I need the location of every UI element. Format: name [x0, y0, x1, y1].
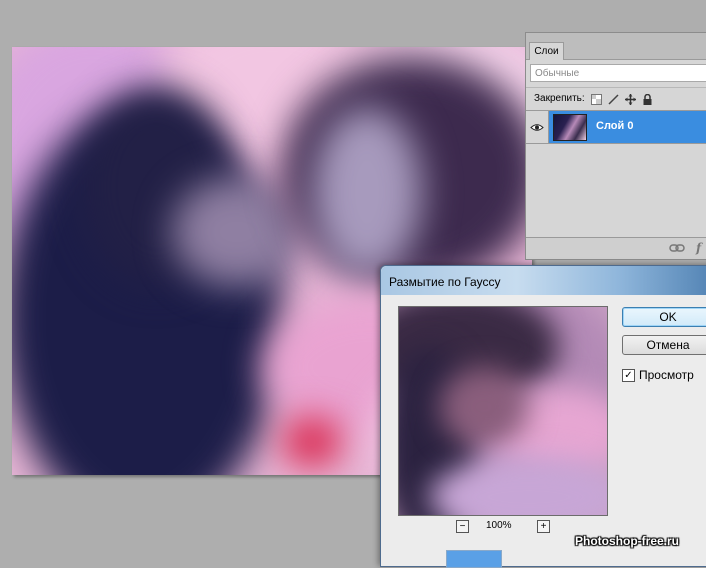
- lock-brush-icon[interactable]: [608, 93, 619, 105]
- panel-divider: [526, 87, 706, 88]
- visibility-eye-icon[interactable]: [526, 111, 549, 143]
- layer-row[interactable]: Слой 0: [526, 110, 706, 144]
- zoom-out-button[interactable]: −: [456, 520, 469, 533]
- lock-transparent-icon[interactable]: [590, 93, 602, 105]
- lock-all-icon[interactable]: [642, 93, 653, 105]
- link-icon[interactable]: [669, 243, 685, 253]
- layer-name[interactable]: Слой 0: [596, 120, 633, 132]
- dialog-titlebar[interactable]: Размытие по Гауссу: [381, 266, 706, 295]
- cancel-button[interactable]: Отмена: [622, 335, 706, 355]
- tab-layers[interactable]: Слои: [529, 42, 564, 60]
- lock-move-icon[interactable]: [624, 93, 636, 105]
- zoom-value: 100%: [486, 520, 512, 531]
- watermark: Photoshop-free.ru: [575, 534, 679, 548]
- preview-checkbox[interactable]: ✓: [622, 368, 635, 382]
- preview-mid: [439, 367, 529, 447]
- ok-button[interactable]: OK: [622, 307, 706, 327]
- dialog-title: Размытие по Гауссу: [389, 275, 501, 289]
- zoom-in-button[interactable]: +: [537, 520, 550, 533]
- blur-preview[interactable]: [398, 306, 608, 516]
- layers-panel: Слои Обычные Закрепить: Слой 0 f: [525, 32, 706, 260]
- blend-mode-select[interactable]: Обычные: [530, 64, 706, 82]
- canvas-face: [172, 177, 302, 287]
- layer-thumbnail: [553, 114, 587, 141]
- layers-bottom-bar: f: [526, 237, 706, 259]
- layers-tabbar: Слои: [526, 33, 706, 60]
- preview-checkbox-label: Просмотр: [639, 368, 694, 382]
- lock-row: Закрепить:: [534, 93, 653, 105]
- gaussian-blur-dialog: Размытие по Гауссу OK Отмена ✓ Просмотр …: [380, 265, 706, 568]
- canvas-red-light: [282, 417, 342, 467]
- lock-label: Закрепить:: [534, 93, 585, 104]
- canvas-woman-face: [312, 107, 422, 277]
- fx-icon[interactable]: f: [696, 241, 701, 255]
- preview-checkbox-row[interactable]: ✓ Просмотр: [622, 368, 694, 382]
